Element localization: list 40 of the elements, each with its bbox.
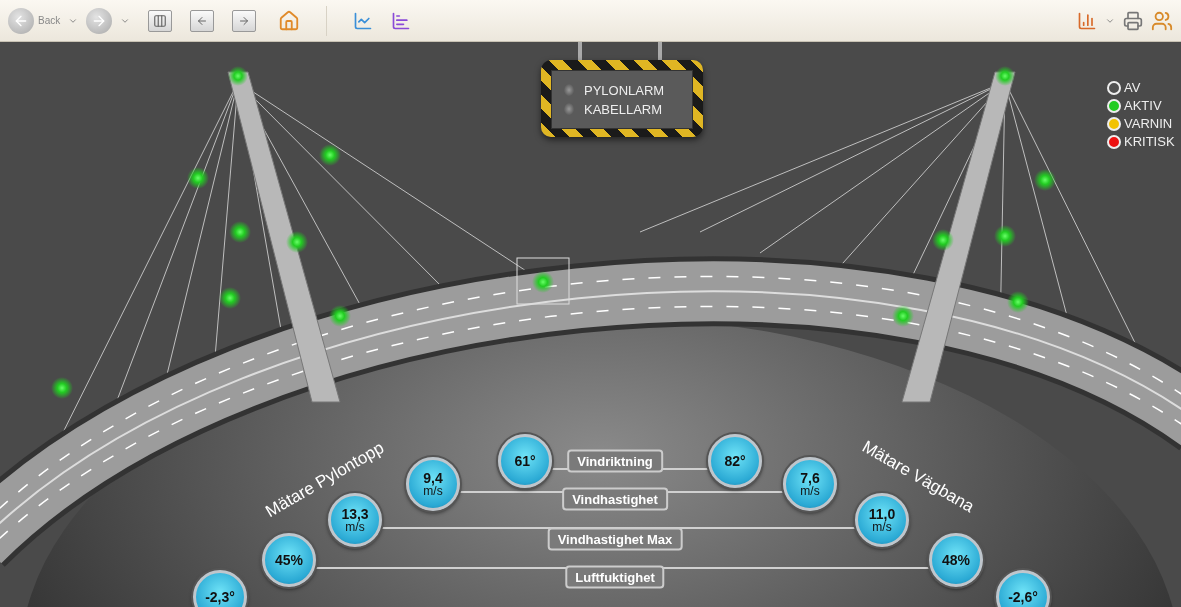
measure-label: Vindhastighet [562,487,668,511]
gauge-value: 13,3 [341,507,369,521]
gauge-unit: m/s [800,485,820,497]
measure-label: Vindhastighet Max [547,527,683,551]
legend-label: AKTIV [1124,98,1162,113]
forward-button[interactable] [86,7,113,34]
columns-button[interactable] [148,9,173,32]
legend-label: AV [1124,80,1141,95]
hanging-wire [578,42,582,62]
gauge-value: 7,6 [800,471,820,485]
column-chart-button[interactable] [1077,10,1097,31]
left-arrow-icon [196,14,209,27]
print-button[interactable] [1123,10,1143,31]
gauge-value: -2,3° [205,590,235,604]
back-button[interactable]: Back [8,7,61,34]
gauge-unit: m/s [345,521,365,533]
home-button[interactable] [278,9,301,32]
alarm-label: PYLONLARM [584,82,665,98]
right-arrow-icon [238,14,251,27]
measure-label: Vindriktning [567,449,663,473]
legend-label: KRITISK [1124,134,1175,149]
gauge-value: 9,4 [423,471,443,485]
gauge-unit: m/s [872,521,892,533]
line-chart-button[interactable] [353,10,374,31]
next-button[interactable] [232,9,257,32]
hanging-wire [658,42,662,62]
gauge-value: -2,6° [1008,590,1038,604]
users-button[interactable] [1151,9,1173,32]
gauge-value: 61° [514,454,536,468]
gauge-unit: m/s [423,485,443,497]
legend-label: VARNIN [1124,116,1173,131]
gauge-value: 48% [942,553,970,567]
alarm-label: KABELLARM [584,101,663,117]
bar-chart-button[interactable] [391,10,412,31]
columns-icon [153,13,168,28]
gauge-value: 11,0 [868,507,896,521]
previous-button[interactable] [190,9,215,32]
gauge-value: 82° [724,454,746,468]
measure-label: Luftfuktighet [565,565,665,589]
gauge-value: 45% [275,553,303,567]
